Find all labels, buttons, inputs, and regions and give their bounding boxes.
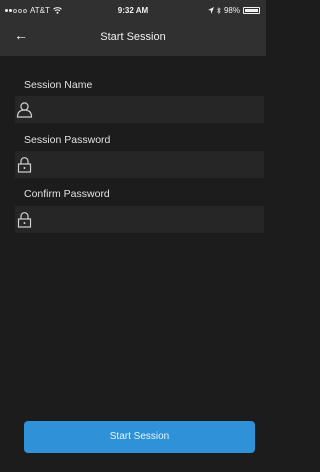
lock-icon [17,212,32,228]
session-name-label: Session Name [24,79,93,91]
bluetooth-icon [217,7,221,14]
battery-icon [243,7,260,14]
session-password-label: Session Password [24,134,111,146]
location-icon [207,7,214,14]
navigation-bar: ← Start Session [0,20,266,56]
session-name-input[interactable] [37,96,257,123]
confirm-password-field[interactable] [15,206,264,233]
session-password-input[interactable] [37,151,257,178]
lock-icon [17,157,32,173]
status-right: 98% [207,6,260,15]
battery-percent: 98% [223,6,240,15]
user-icon [16,102,33,118]
session-name-field[interactable] [15,96,264,123]
battery-fill [245,9,258,12]
status-bar: AT&T 9:32 AM 98% [0,0,266,20]
start-session-button[interactable]: Start Session [24,421,255,453]
confirm-password-label: Confirm Password [24,188,110,200]
confirm-password-input[interactable] [37,206,257,233]
page-title: Start Session [100,31,166,43]
session-password-field[interactable] [15,151,264,178]
